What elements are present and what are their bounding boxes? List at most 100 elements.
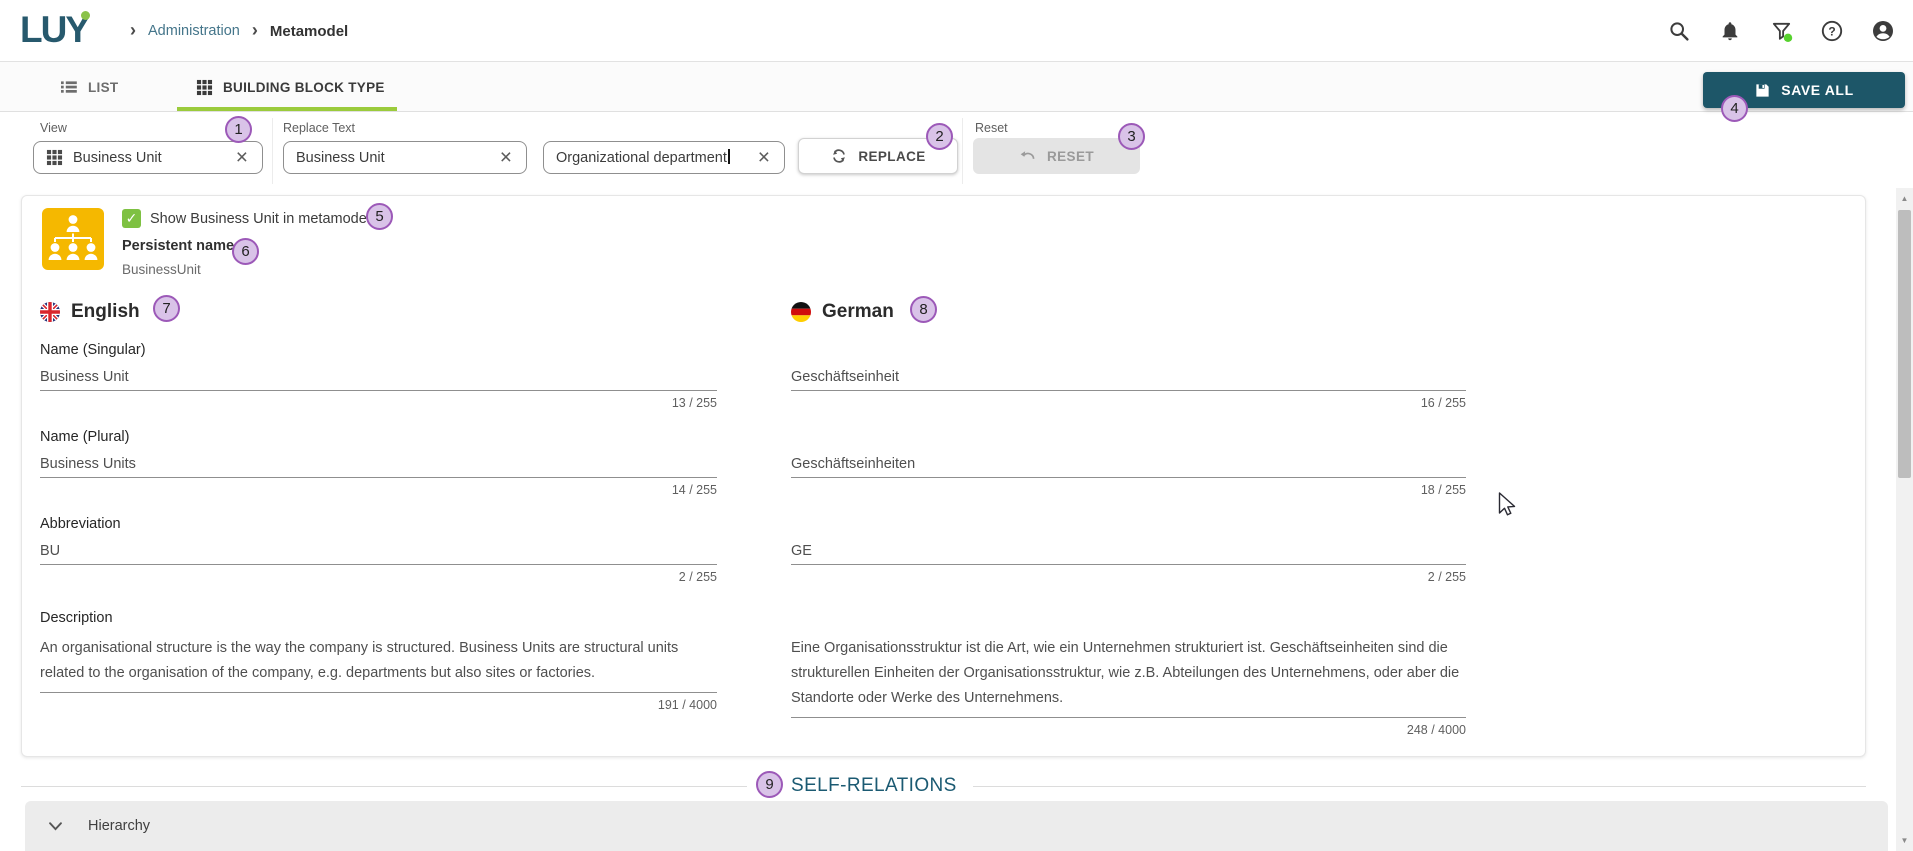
label-spacer — [791, 516, 1466, 534]
filter-group-divider — [962, 118, 963, 184]
field-row-description-de: Eine Organisationsstruktur ist die Art, … — [791, 610, 1466, 739]
field-row-abbreviation-de: GE 2 / 255 — [791, 516, 1466, 586]
abbreviation-de-counter: 2 / 255 — [791, 570, 1466, 586]
scrollbar-down-arrow[interactable]: ▼ — [1896, 836, 1913, 845]
show-in-metamodel-label: Show Business Unit in metamodel — [150, 211, 370, 227]
name-plural-en-input[interactable]: Business Units — [40, 455, 717, 478]
clear-view-icon[interactable]: × — [234, 147, 250, 168]
filter-toolbar: View Business Unit × Replace Text Busine… — [0, 112, 1913, 192]
search-icon[interactable] — [1667, 19, 1691, 43]
abbreviation-de-input[interactable]: GE — [791, 542, 1466, 565]
field-row-abbreviation-en: Abbreviation BU 2 / 255 — [40, 516, 717, 586]
hierarchy-expansion-panel[interactable]: Hierarchy — [25, 801, 1888, 851]
scrollbar-thumb[interactable] — [1898, 210, 1911, 478]
circular-arrows-icon — [830, 147, 848, 165]
undo-arrow-icon — [1019, 147, 1037, 165]
field-row-description-en: Description An organisational structure … — [40, 610, 717, 714]
annotation-badge-5: 5 — [366, 203, 393, 230]
clear-replace-to-icon[interactable]: × — [756, 147, 772, 168]
field-row-name-plural-en: Name (Plural) Business Units 14 / 255 — [40, 429, 717, 499]
abbreviation-en-counter: 2 / 255 — [40, 570, 717, 586]
section-divider — [21, 786, 747, 787]
name-plural-de-input[interactable]: Geschäftseinheiten — [791, 455, 1466, 478]
abbreviation-label: Abbreviation — [40, 516, 717, 534]
active-tab-underline — [177, 107, 397, 111]
description-en-counter: 191 / 4000 — [40, 698, 717, 714]
text-caret — [728, 149, 730, 164]
help-icon[interactable]: ? — [1820, 19, 1844, 43]
breadcrumb: › Administration › Metamodel — [130, 0, 348, 62]
vertical-scrollbar[interactable]: ▲ ▼ — [1896, 188, 1913, 851]
clear-replace-from-icon[interactable]: × — [498, 147, 514, 168]
abbreviation-en-input[interactable]: BU — [40, 542, 717, 565]
breadcrumb-administration-link[interactable]: Administration — [148, 23, 240, 39]
building-block-type-card: ✓ Show Business Unit in metamodel Persis… — [21, 195, 1866, 757]
notifications-bell-icon[interactable] — [1718, 19, 1742, 43]
persistent-name-value: BusinessUnit — [122, 262, 201, 277]
hierarchy-panel-label: Hierarchy — [88, 818, 150, 834]
header-icon-group: ? — [1667, 0, 1895, 62]
name-plural-label: Name (Plural) — [40, 429, 717, 447]
view-select-value: Business Unit — [73, 150, 224, 166]
luy-metamodel-page: LUY › Administration › Metamodel ? — [0, 0, 1913, 851]
german-flag-icon — [791, 302, 811, 322]
self-relations-title: SELF-RELATIONS — [791, 775, 957, 797]
breadcrumb-chevron-icon: › — [252, 21, 258, 42]
view-select-field[interactable]: Business Unit × — [33, 141, 263, 174]
checkmark-icon: ✓ — [126, 210, 138, 227]
chevron-down-icon — [49, 822, 62, 831]
annotation-badge-8: 8 — [910, 296, 937, 323]
name-plural-de-counter: 18 / 255 — [791, 483, 1466, 499]
app-header: LUY › Administration › Metamodel ? — [0, 0, 1913, 62]
replace-button-label: REPLACE — [858, 149, 925, 164]
label-spacer — [791, 610, 1466, 628]
section-divider — [973, 786, 1866, 787]
name-singular-de-input[interactable]: Geschäftseinheit — [791, 368, 1466, 391]
breadcrumb-chevron-icon: › — [130, 21, 136, 42]
business-unit-org-chart-icon — [42, 208, 104, 270]
luy-logo-text: LUY — [20, 9, 88, 50]
tab-list-label: LIST — [88, 80, 118, 95]
persistent-name-label: Persistent name — [122, 238, 234, 254]
name-singular-en-counter: 13 / 255 — [40, 396, 717, 412]
name-singular-en-input[interactable]: Business Unit — [40, 368, 717, 391]
replace-from-input[interactable]: Business Unit × — [283, 141, 527, 174]
account-icon[interactable] — [1871, 19, 1895, 43]
name-singular-label: Name (Singular) — [40, 342, 717, 360]
name-plural-en-counter: 14 / 255 — [40, 483, 717, 499]
replace-text-label: Replace Text — [283, 121, 355, 135]
view-field-label: View — [40, 121, 67, 135]
description-de-textarea[interactable]: Eine Organisationsstruktur ist die Art, … — [791, 636, 1466, 718]
label-spacer — [791, 342, 1466, 360]
description-label: Description — [40, 610, 717, 628]
english-title: English — [71, 301, 140, 323]
field-row-name-plural-de: Geschäftseinheiten 18 / 255 — [791, 429, 1466, 499]
replace-from-value: Business Unit — [296, 150, 488, 166]
field-row-name-singular-en: Name (Singular) Business Unit 13 / 255 — [40, 342, 717, 412]
save-floppy-icon — [1754, 82, 1771, 99]
tab-building-block-type[interactable]: BUILDING BLOCK TYPE — [196, 62, 385, 112]
annotation-badge-4: 4 — [1721, 95, 1748, 122]
show-in-metamodel-checkbox[interactable]: ✓ — [122, 209, 141, 228]
annotation-badge-1: 1 — [225, 116, 252, 143]
uk-flag-icon — [40, 302, 60, 322]
reset-button-disabled[interactable]: RESET — [973, 138, 1140, 174]
replace-to-input[interactable]: Organizational department × — [543, 141, 785, 174]
annotation-badge-7: 7 — [153, 295, 180, 322]
svg-text:?: ? — [1828, 24, 1835, 38]
description-de-counter: 248 / 4000 — [791, 723, 1466, 739]
filter-group-divider — [272, 118, 273, 184]
german-header: German — [791, 299, 1466, 325]
luy-logo[interactable]: LUY — [20, 9, 88, 51]
breadcrumb-current-page: Metamodel — [270, 23, 348, 40]
bulleted-list-icon — [60, 78, 78, 96]
tab-list[interactable]: LIST — [60, 62, 118, 112]
annotation-badge-2: 2 — [926, 123, 953, 150]
save-all-label: SAVE ALL — [1781, 82, 1853, 98]
field-row-name-singular-de: Geschäftseinheit 16 / 255 — [791, 342, 1466, 412]
filter-funnel-icon[interactable] — [1769, 19, 1793, 43]
annotation-badge-3: 3 — [1118, 123, 1145, 150]
luy-logo-green-dot-icon — [81, 11, 90, 20]
scrollbar-up-arrow[interactable]: ▲ — [1896, 194, 1913, 203]
description-en-textarea[interactable]: An organisational structure is the way t… — [40, 636, 717, 693]
